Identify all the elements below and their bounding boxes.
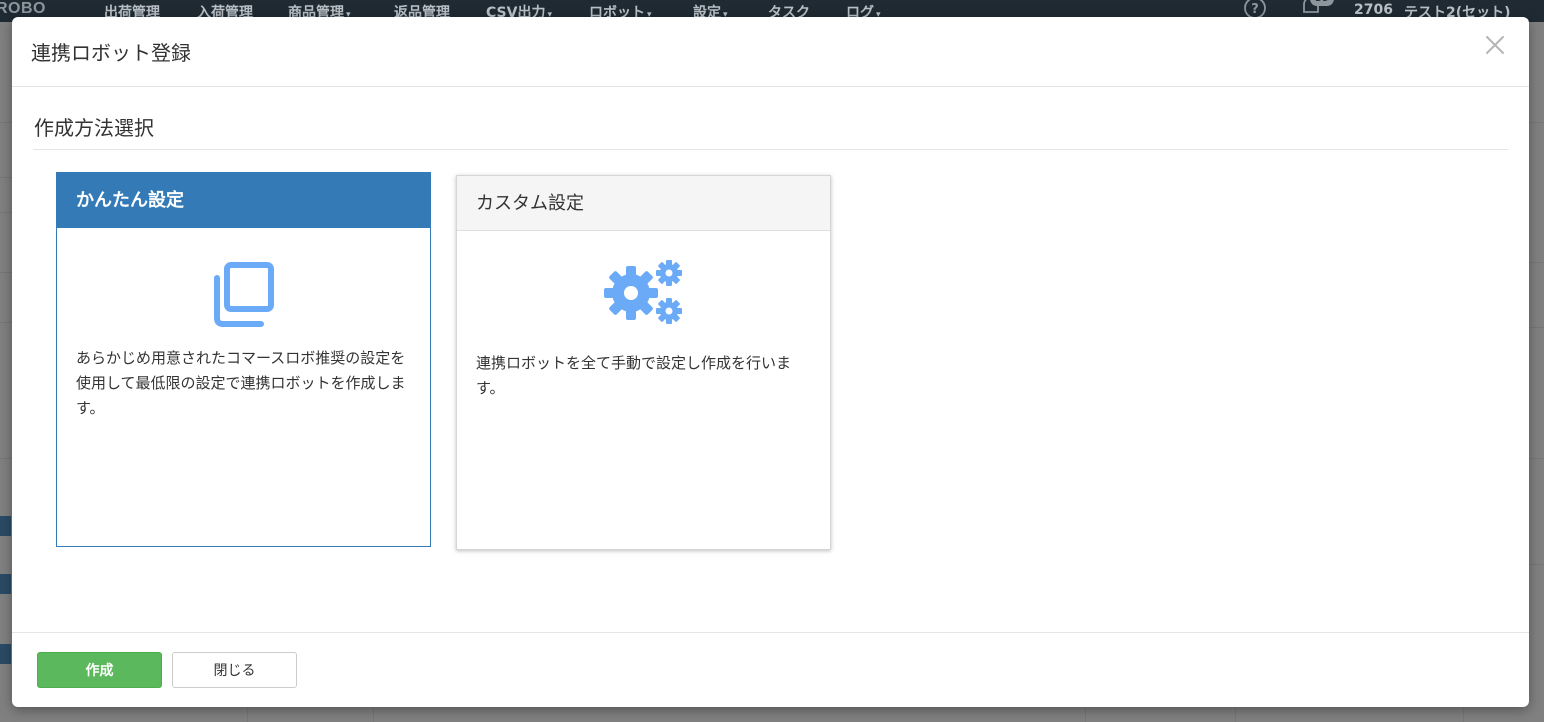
notification-badge: 39	[1310, 0, 1334, 6]
section-divider	[33, 149, 1508, 150]
create-button[interactable]: 作成	[37, 652, 162, 688]
divider	[1529, 564, 1544, 565]
modal-header: 連携ロボット登録	[12, 17, 1529, 87]
option-heading: かんたん設定	[57, 173, 430, 228]
robot-registration-modal: 連携ロボット登録 作成方法選択 かんたん設定 あらかじめ用意されたコマースロボ推…	[12, 17, 1529, 707]
option-description: あらかじめ用意されたコマースロボ推奨の設定を使用して最低限の設定で連携ロボットを…	[76, 349, 406, 417]
user-id: 2706	[1354, 2, 1393, 18]
option-heading: カスタム設定	[457, 176, 830, 231]
background-tab	[0, 574, 11, 594]
option-description: 連携ロボットを全て手動で設定し作成を行います。	[476, 354, 792, 397]
copy-icon	[211, 262, 277, 332]
background-tab	[0, 516, 11, 536]
divider	[0, 212, 12, 213]
option-custom-setup[interactable]: カスタム設定 連携ロボットを全て手動で設定し作成を行います。	[456, 175, 831, 550]
gears-icon	[603, 260, 687, 330]
section-title: 作成方法選択	[34, 116, 154, 140]
svg-text:?: ?	[1251, 2, 1259, 17]
divider	[0, 272, 12, 273]
divider	[1529, 327, 1544, 328]
app-logo: ROBO	[0, 0, 46, 17]
divider	[1529, 262, 1544, 263]
divider	[1529, 122, 1544, 123]
close-button[interactable]: 閉じる	[172, 652, 297, 688]
divider	[0, 122, 12, 123]
divider	[1529, 458, 1544, 459]
background-tab	[0, 644, 11, 664]
divider	[0, 458, 12, 459]
divider	[0, 322, 12, 323]
close-icon[interactable]	[1483, 33, 1507, 57]
divider	[0, 177, 12, 178]
modal-title: 連携ロボット登録	[31, 41, 191, 65]
option-simple-setup[interactable]: かんたん設定 あらかじめ用意されたコマースロボ推奨の設定を使用して最低限の設定で…	[56, 172, 431, 547]
modal-footer: 作成 閉じる	[12, 632, 1529, 707]
